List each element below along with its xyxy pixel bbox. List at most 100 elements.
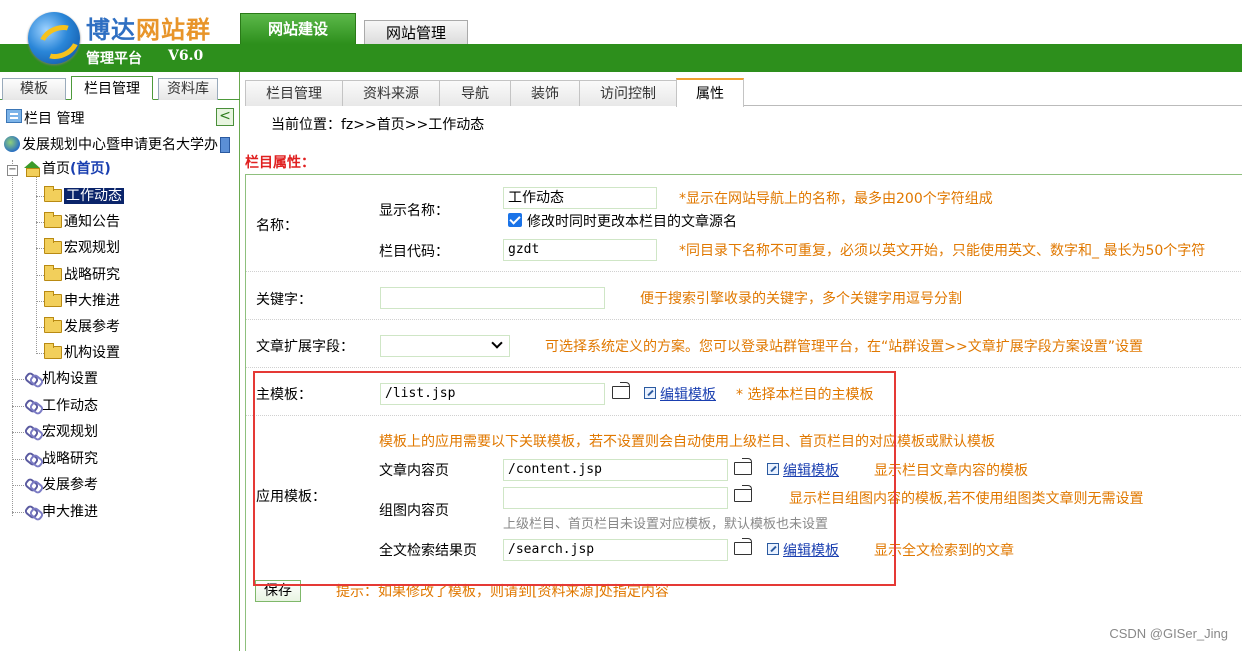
column-code-input[interactable]: gzdt (503, 239, 657, 261)
column-list-icon (6, 109, 22, 123)
search-template-input[interactable]: /search.jsp (503, 539, 728, 561)
row-divider (246, 367, 1242, 368)
tree-node-link[interactable]: 机构设置 (24, 368, 98, 390)
search-template-hint: 显示全文检索到的文章 (874, 543, 1014, 559)
link-icon (24, 451, 40, 465)
tab-data-source[interactable]: 资料来源 (342, 80, 440, 106)
column-code-label: 栏目代码： (379, 244, 449, 260)
edit-template-icon (644, 387, 656, 399)
tab-site-build[interactable]: 网站建设 (240, 13, 356, 44)
ext-field-select[interactable] (380, 335, 510, 357)
search-template-label: 全文检索结果页 (379, 543, 477, 559)
breadcrumb: 当前位置：fz>>首页>>工作动态 (271, 117, 485, 133)
tree-collapse-toggle[interactable]: − (7, 165, 18, 176)
keyword-input[interactable] (380, 287, 605, 309)
tree-line (12, 512, 24, 513)
tree-line (36, 301, 44, 302)
main-template-input[interactable]: /list.jsp (380, 383, 605, 405)
keyword-hint: 便于搜索引擎收录的关键字，多个关键字用逗号分割 (640, 291, 962, 307)
tree-node-selected[interactable]: 工作动态 (44, 185, 124, 207)
site-globe-icon (4, 136, 20, 152)
left-tabs: 模板 栏目管理 资料库 (0, 76, 240, 100)
app-template-intro-hint: 模板上的应用需要以下关联模板，若不设置则会自动使用上级栏目、首页栏目的对应模板或… (379, 434, 995, 450)
open-folder-icon[interactable] (734, 458, 754, 475)
tree-node-link[interactable]: 申大推进 (24, 501, 98, 523)
folder-icon (44, 211, 62, 228)
gallery-template-input[interactable] (503, 487, 728, 509)
tree-line (36, 176, 37, 352)
tab-site-manage[interactable]: 网站管理 (364, 20, 468, 44)
tab-access-control[interactable]: 访问控制 (579, 80, 677, 106)
tree-line (12, 485, 24, 486)
tree-line (36, 248, 44, 249)
tree-line (12, 379, 24, 380)
tree-node-home[interactable]: 首页(首页) (24, 158, 111, 180)
tab-column-manage[interactable]: 栏目管理 (245, 80, 343, 106)
column-panel-title: 栏目 管理 (24, 111, 85, 127)
sync-source-checkbox[interactable] (508, 213, 522, 227)
save-button[interactable]: 保存 (255, 580, 301, 602)
edit-template-icon (767, 463, 779, 475)
article-template-input[interactable]: /content.jsp (503, 459, 728, 481)
tree-node-label: 机构设置 (42, 371, 98, 387)
tree-node-link[interactable]: 工作动态 (24, 395, 98, 417)
tab-column-manage[interactable]: 栏目管理 (71, 76, 153, 100)
ext-field-label: 文章扩展字段： (256, 339, 354, 355)
name-label: 名称： (256, 218, 298, 234)
tree-node[interactable]: 宏观规划 (44, 237, 120, 259)
tree-line (12, 432, 24, 433)
row-divider (246, 319, 1242, 320)
tree-node-label: 发展参考 (64, 319, 120, 335)
column-code-hint: *同目录下名称不可重复，必须以英文开始，只能使用英文、数字和_ 最长为50个字符 (679, 243, 1206, 259)
main-template-hint: * 选择本栏目的主模板 (736, 387, 874, 403)
tree-node[interactable]: 申大推进 (44, 290, 120, 312)
display-name-label: 显示名称： (379, 203, 449, 219)
tree-node-label: 申大推进 (42, 504, 98, 520)
property-form: 名称： 显示名称： 工作动态 *显示在网站导航上的名称，最多由200个字符组成 … (245, 174, 1242, 651)
folder-icon (44, 290, 62, 307)
edit-template-icon (767, 543, 779, 555)
tab-library[interactable]: 资料库 (158, 78, 218, 100)
tree-node-link[interactable]: 发展参考 (24, 474, 98, 496)
app-template-label: 应用模板： (256, 489, 326, 505)
left-panel: 模板 栏目管理 资料库 栏目 管理 < 发展规划中心暨申请更名大学办 − 首页(… (0, 72, 240, 651)
tree-node-label: 战略研究 (64, 267, 120, 283)
tree-node[interactable]: 通知公告 (44, 211, 120, 233)
section-title: 栏目属性： (245, 155, 315, 171)
tab-navigation[interactable]: 导航 (439, 80, 511, 106)
open-folder-icon[interactable] (734, 538, 754, 555)
home-folder-icon (24, 161, 40, 177)
tree-node[interactable]: 机构设置 (44, 342, 120, 364)
tab-decoration[interactable]: 装饰 (510, 80, 580, 106)
open-folder-icon[interactable] (612, 382, 632, 399)
tree-node[interactable]: 战略研究 (44, 264, 120, 286)
edit-article-template-link[interactable]: 编辑模板 (783, 460, 839, 480)
logo-title: 博达网站群 (86, 16, 211, 44)
logo-globe-icon (28, 12, 80, 64)
row-divider (246, 271, 1242, 272)
tree-line (36, 196, 44, 197)
property-tabs: 栏目管理 资料来源 导航 装饰 访问控制 属性 (245, 78, 1242, 107)
open-folder-icon[interactable] (734, 485, 754, 502)
main-panel: 栏目管理 资料来源 导航 装饰 访问控制 属性 当前位置：fz>>首页>>工作动… (245, 72, 1242, 651)
tree-node-label: 首页 (42, 161, 70, 177)
tree-node-root[interactable]: 发展规划中心暨申请更名大学办 (4, 134, 230, 156)
tree-node-label: 宏观规划 (42, 424, 98, 440)
tree-line (12, 459, 24, 460)
main-template-label: 主模板： (256, 387, 312, 403)
tree-line (12, 160, 13, 516)
tab-properties[interactable]: 属性 (676, 78, 744, 107)
logo-version: V6.0 (168, 48, 204, 64)
edit-main-template-link[interactable]: 编辑模板 (660, 384, 716, 404)
tab-templates[interactable]: 模板 (2, 78, 66, 100)
tree-node-label: 战略研究 (42, 451, 98, 467)
collapse-panel-button[interactable]: < (216, 108, 234, 126)
tree-node[interactable]: 发展参考 (44, 316, 120, 338)
display-name-input[interactable]: 工作动态 (503, 187, 657, 209)
tree-line (12, 406, 24, 407)
gallery-template-hint: 显示栏目组图内容的模板,若不使用组图类文章则无需设置 (789, 491, 1144, 507)
folder-icon (44, 185, 62, 202)
tree-node-link[interactable]: 战略研究 (24, 448, 98, 470)
edit-search-template-link[interactable]: 编辑模板 (783, 540, 839, 560)
tree-node-link[interactable]: 宏观规划 (24, 421, 98, 443)
